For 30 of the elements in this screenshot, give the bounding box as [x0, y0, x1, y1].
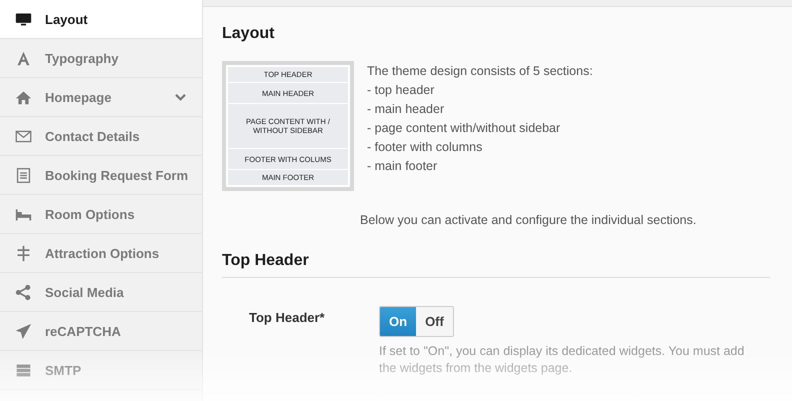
plane-icon	[15, 322, 32, 340]
help-text: If set to "On", you can display its dedicated widgets. You must add the widgets from the widgets page.	[379, 343, 746, 377]
sidebar-item[interactable]: Layout	[0, 0, 202, 39]
letter-icon	[15, 50, 32, 66]
list-item: - main header	[367, 101, 446, 118]
sidebar-item[interactable]: Attraction Options	[0, 234, 202, 273]
list-item: - main footer	[367, 158, 438, 175]
server-icon	[15, 362, 32, 378]
intro-text: The theme design consists of 5 sections:	[367, 63, 593, 80]
setting-label: Top Header*	[248, 309, 326, 327]
note-text: Below you can activate and configure the individual sections.	[360, 213, 698, 227]
list-item: - footer with columns	[367, 139, 484, 156]
toggle-option[interactable]: Off	[416, 307, 453, 336]
sidebar-item[interactable]: Contact Details	[0, 117, 202, 156]
sidebar-item[interactable]: reCAPTCHA	[0, 312, 202, 351]
sidebar-item[interactable]: Room Options	[0, 195, 202, 234]
section-title: Top Header	[222, 245, 770, 278]
section-title: Layout	[222, 24, 276, 44]
list-item: - top header	[367, 82, 436, 99]
sidebar-item[interactable]: Booking Request Form	[0, 156, 202, 195]
form-icon	[15, 166, 32, 184]
sidebar-item[interactable]: Typography	[0, 39, 202, 78]
toggle-option[interactable]: On	[380, 307, 416, 336]
sidebar-item[interactable]: SMTP	[0, 351, 202, 390]
sidebar-item[interactable]: Social Media	[0, 273, 202, 312]
list-item: - page content with/without sidebar	[367, 120, 562, 137]
sidebar-item[interactable]: Homepage	[0, 78, 202, 117]
signpost-icon	[15, 244, 32, 262]
share-icon	[15, 284, 32, 300]
monitor-icon	[15, 10, 32, 28]
